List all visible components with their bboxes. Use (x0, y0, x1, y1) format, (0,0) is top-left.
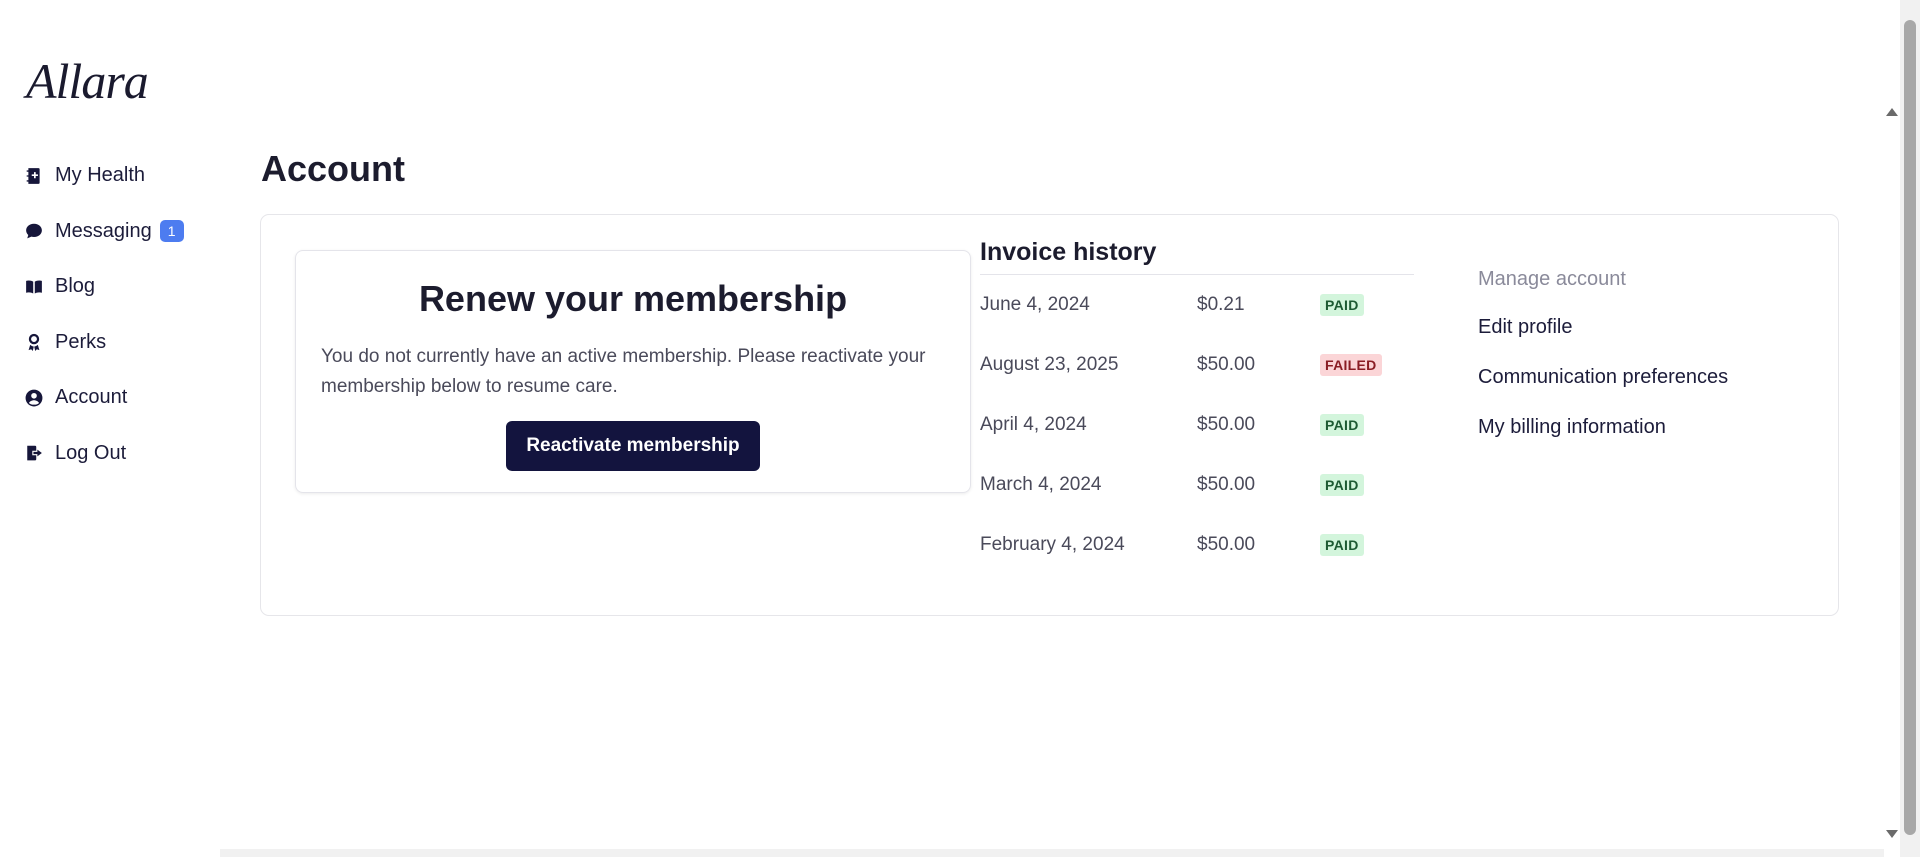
reactivate-membership-button[interactable]: Reactivate membership (506, 421, 760, 471)
invoice-amount: $50.00 (1197, 474, 1256, 495)
horizontal-scrollbar[interactable] (220, 849, 1884, 857)
sidebar-item-label: My Health (55, 164, 146, 187)
sidebar-item-label: Messaging (55, 219, 152, 242)
status-badge: PAID (1320, 414, 1364, 436)
table-row: August 23, 2025 $50.00 FAILED (980, 335, 1414, 395)
unread-count-badge: 1 (159, 220, 184, 243)
sidebar-item-messaging[interactable]: Messaging 1 (24, 204, 224, 260)
sidebar-nav: My Health Messaging 1 Blog Perks Account… (24, 148, 224, 481)
table-row: February 4, 2024 $50.00 PAID (980, 515, 1414, 575)
scrollbar-thumb[interactable] (1904, 20, 1916, 835)
billing-information-link[interactable]: My billing information (1478, 416, 1728, 439)
sidebar-item-label: Perks (55, 330, 107, 353)
sidebar-item-my-health[interactable]: My Health (24, 148, 224, 204)
table-row: April 4, 2024 $50.00 PAID (980, 395, 1414, 455)
renew-title: Renew your membership (418, 278, 848, 319)
invoice-date: April 4, 2024 (980, 414, 1087, 435)
invoice-date: August 23, 2025 (980, 354, 1119, 375)
sidebar-item-perks[interactable]: Perks (24, 315, 224, 371)
table-row: June 4, 2024 $0.21 PAID (980, 275, 1414, 335)
sidebar-item-log-out[interactable]: Log Out (24, 426, 224, 482)
sidebar-item-account[interactable]: Account (24, 370, 224, 426)
health-notebook-icon (24, 166, 44, 186)
manage-account-heading: Manage account (1478, 268, 1626, 290)
scroll-up-arrow-icon[interactable] (1886, 108, 1898, 116)
invoice-amount: $50.00 (1197, 534, 1256, 555)
invoice-history-title: Invoice history (980, 238, 1414, 275)
invoice-amount: $50.00 (1197, 354, 1256, 375)
vertical-scrollbar[interactable] (1900, 0, 1920, 857)
user-circle-icon (24, 388, 44, 408)
award-ribbon-icon (24, 332, 44, 352)
allara-logo[interactable]: Allara (26, 52, 149, 110)
open-book-icon (24, 277, 44, 297)
sidebar-item-label: Log Out (55, 441, 127, 464)
sidebar-item-label: Account (55, 386, 128, 409)
invoice-amount: $50.00 (1197, 414, 1256, 435)
renew-description: You do not currently have an active memb… (321, 346, 926, 397)
invoice-amount: $0.21 (1197, 294, 1245, 315)
sidebar-item-label: Blog (55, 275, 96, 298)
logout-icon (24, 443, 44, 463)
invoice-history: Invoice history June 4, 2024 $0.21 PAID … (980, 238, 1414, 575)
sidebar-item-blog[interactable]: Blog (24, 259, 224, 315)
manage-account-panel: Manage account Edit profile Communicatio… (1478, 268, 1728, 466)
page-title: Account (261, 148, 405, 189)
scroll-down-arrow-icon[interactable] (1886, 830, 1898, 838)
status-badge: PAID (1320, 534, 1364, 556)
status-badge: PAID (1320, 294, 1364, 316)
renew-membership-card: Renew your membership You do not current… (295, 250, 971, 493)
communication-preferences-link[interactable]: Communication preferences (1478, 366, 1728, 389)
chat-bubble-icon (24, 221, 44, 241)
edit-profile-link[interactable]: Edit profile (1478, 316, 1728, 339)
table-row: March 4, 2024 $50.00 PAID (980, 455, 1414, 515)
status-badge: FAILED (1320, 354, 1382, 376)
invoice-date: February 4, 2024 (980, 534, 1125, 555)
invoice-date: June 4, 2024 (980, 294, 1090, 315)
status-badge: PAID (1320, 474, 1364, 496)
invoice-date: March 4, 2024 (980, 474, 1102, 495)
